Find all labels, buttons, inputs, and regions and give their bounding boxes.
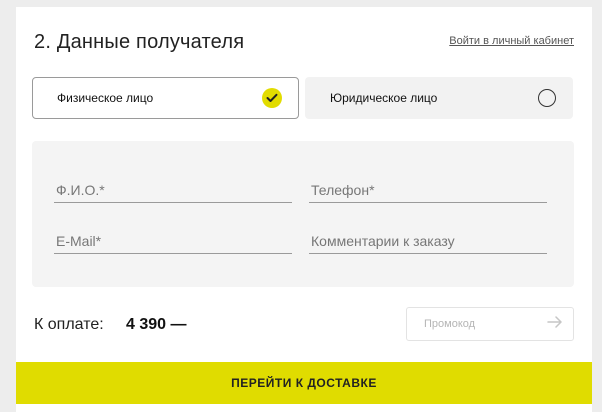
customer-type-physical-label: Физическое лицо	[57, 91, 154, 105]
customer-type-physical[interactable]: Физическое лицо	[32, 77, 299, 119]
payment-label: К оплате:	[34, 316, 104, 333]
email-field-placeholder: E-Mail*	[56, 233, 102, 249]
section-title: 2. Данные получателя	[34, 31, 245, 53]
phone-field[interactable]: Телефон*	[309, 177, 547, 203]
checkmark-icon	[262, 88, 282, 108]
proceed-to-delivery-label: ПЕРЕЙТИ К ДОСТАВКЕ	[231, 376, 377, 390]
arrow-right-icon[interactable]	[547, 315, 563, 333]
comment-field-placeholder: Комментарии к заказу	[311, 233, 455, 249]
payment-amount: 4 390 —	[126, 316, 187, 333]
promo-code-placeholder: Промокод	[424, 318, 476, 330]
promo-code-input[interactable]: Промокод	[406, 307, 574, 341]
proceed-to-delivery-button[interactable]: ПЕРЕЙТИ К ДОСТАВКЕ	[16, 362, 592, 404]
login-link[interactable]: Войти в личный кабинет	[449, 35, 574, 47]
customer-type-legal-label: Юридическое лицо	[330, 91, 438, 105]
comment-field[interactable]: Комментарии к заказу	[309, 228, 547, 254]
name-field[interactable]: Ф.И.О.*	[54, 177, 292, 203]
customer-type-legal[interactable]: Юридическое лицо	[305, 77, 573, 119]
recipient-form: Ф.И.О.* Телефон* E-Mail* Комментарии к з…	[32, 141, 574, 287]
phone-field-placeholder: Телефон*	[311, 182, 375, 198]
recipient-card: 2. Данные получателя Войти в личный каби…	[16, 7, 592, 412]
email-field[interactable]: E-Mail*	[54, 228, 292, 254]
radio-circle-icon	[538, 89, 556, 107]
name-field-placeholder: Ф.И.О.*	[56, 182, 105, 198]
